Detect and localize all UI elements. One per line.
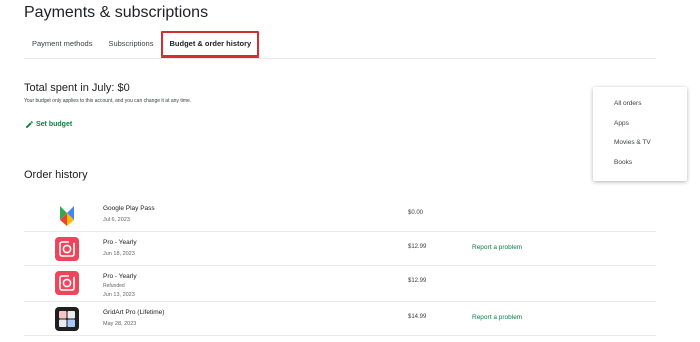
order-row[interactable]: Pro - Yearly Refunded Jun 13, 2023 $12.9… (24, 266, 656, 302)
order-history-heading: Order history (24, 169, 88, 181)
order-row[interactable]: GridArt Pro (Lifetime) May 28, 2023 $14.… (24, 302, 656, 336)
order-row[interactable]: Pro - Yearly Jun 18, 2023 $12.99 Report … (24, 232, 656, 266)
order-list: Google Play Pass Jul 6, 2023 $0.00 Pro -… (24, 198, 656, 336)
google-play-pass-icon (54, 202, 80, 228)
order-date: May 28, 2023 (103, 321, 137, 327)
set-budget-label: Set budget (36, 121, 73, 128)
tabs-divider (24, 58, 656, 59)
page-title: Payments & subscriptions (24, 4, 209, 21)
report-problem-link[interactable]: Report a problem (472, 314, 522, 321)
total-spent: Total spent in July: $0 (24, 82, 130, 94)
order-status: Refunded (103, 283, 125, 289)
order-title: Google Play Pass (103, 205, 155, 212)
menu-item-all-orders[interactable]: All orders (593, 94, 687, 114)
tab-budget-order-history[interactable]: Budget & order history (161, 31, 260, 59)
gridart-app-icon (54, 306, 80, 332)
order-price: $12.99 (408, 244, 427, 250)
order-date: Jun 13, 2023 (103, 292, 135, 298)
tab-subscriptions[interactable]: Subscriptions (100, 31, 161, 57)
order-date: Jul 6, 2023 (103, 217, 130, 223)
tab-payment-methods[interactable]: Payment methods (24, 31, 100, 57)
pro-yearly-app-icon (54, 236, 80, 262)
menu-item-apps[interactable]: Apps (593, 114, 687, 134)
order-price: $0.00 (408, 210, 424, 216)
order-price: $12.99 (408, 278, 427, 284)
budget-note: Your budget only applies to this account… (24, 98, 192, 104)
tab-bar: Payment methods Subscriptions Budget & o… (24, 30, 260, 59)
order-date: Jun 18, 2023 (103, 251, 135, 257)
order-price: $14.99 (408, 314, 427, 320)
order-title: Pro - Yearly (103, 239, 137, 246)
order-title: Pro - Yearly (103, 273, 137, 280)
set-budget-button[interactable]: Set budget (25, 120, 72, 129)
menu-item-movies-tv[interactable]: Movies & TV (593, 133, 687, 153)
pencil-icon (26, 121, 33, 128)
order-title: GridArt Pro (Lifetime) (103, 309, 165, 316)
report-problem-link[interactable]: Report a problem (472, 244, 522, 251)
pro-yearly-app-icon (54, 270, 80, 296)
order-filter-menu: All orders Apps Movies & TV Books (593, 87, 687, 181)
order-row[interactable]: Google Play Pass Jul 6, 2023 $0.00 (24, 198, 656, 232)
menu-item-books[interactable]: Books (593, 153, 687, 173)
